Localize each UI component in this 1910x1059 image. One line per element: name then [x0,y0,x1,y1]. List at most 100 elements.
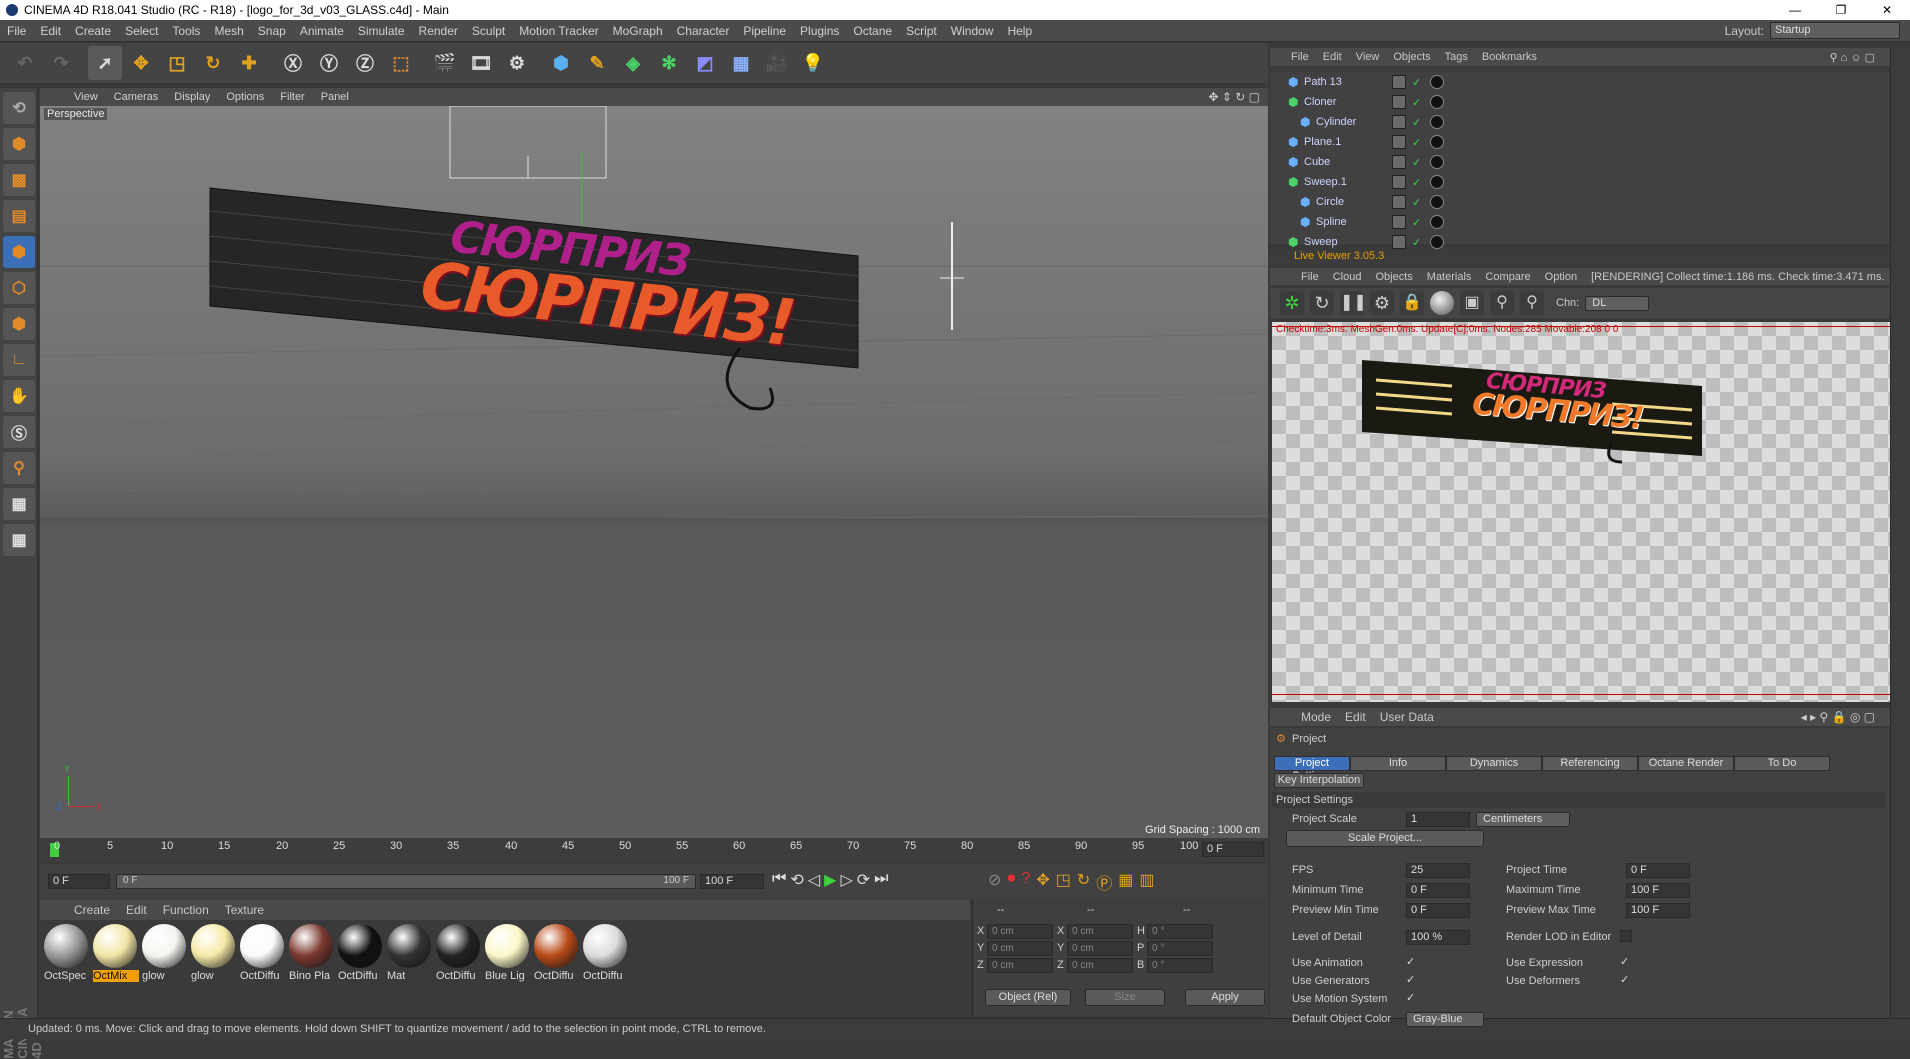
render-settings-icon[interactable]: ⚙ [500,46,534,80]
keyframe-selection-icon[interactable]: ? [1021,870,1030,894]
material-item[interactable]: OctDiffu [436,924,482,984]
lv-menu-compare[interactable]: Compare [1478,271,1537,283]
menu-character[interactable]: Character [670,24,737,38]
play-icon[interactable]: ▶ [824,870,836,890]
object-row[interactable]: ⬢ Cloner ✓ [1270,92,1890,112]
object-row[interactable]: ⬢ Cube ✓ [1270,152,1890,172]
maximum-time-field[interactable]: 100 F [1626,883,1690,898]
tab-referencing[interactable]: Referencing [1542,756,1638,771]
locked-workplane-icon[interactable]: ▦ [3,524,35,556]
end-frame-field[interactable]: 100 F [700,874,764,889]
lv-region-icon[interactable]: ▣ [1460,291,1484,315]
workplane-mode-icon[interactable]: ▤ [3,200,35,232]
object-name[interactable]: Sweep [1304,236,1338,248]
menu-sculpt[interactable]: Sculpt [465,24,512,38]
visibility-check-icon[interactable]: ✓ [1412,76,1421,89]
attr-menu-edit[interactable]: Edit [1338,710,1373,724]
use-motion-system-checkbox[interactable]: ✓ [1406,992,1418,1004]
layer-tag-icon[interactable] [1392,95,1406,109]
attr-menu-user-data[interactable]: User Data [1373,710,1441,724]
menu-motion-tracker[interactable]: Motion Tracker [512,24,605,38]
right-side-tabs[interactable] [1890,48,1910,1018]
menu-select[interactable]: Select [118,24,165,38]
preview-range-slider[interactable]: 0 F 100 F [116,874,696,889]
layer-tag-icon[interactable] [1392,115,1406,129]
floor-icon[interactable]: ▦ [724,46,758,80]
layer-tag-icon[interactable] [1392,155,1406,169]
project-scale-unit-dropdown[interactable]: Centimeters [1476,812,1570,827]
redo-icon[interactable]: ↷ [44,46,78,80]
object-row[interactable]: ⬢ Path 13 ✓ [1270,72,1890,92]
close-button[interactable]: ✕ [1864,0,1910,20]
z-axis-lock-icon[interactable]: Ⓩ [348,46,382,80]
viewport-menu-view[interactable]: View [66,91,106,103]
lv-menu-cloud[interactable]: Cloud [1326,271,1369,283]
object-row[interactable]: ⬢ Plane.1 ✓ [1270,132,1890,152]
lv-restart-icon[interactable]: ↻ [1310,291,1334,315]
fps-field[interactable]: 25 [1406,863,1470,878]
use-deformers-checkbox[interactable]: ✓ [1620,974,1632,986]
object-name[interactable]: Sweep.1 [1304,176,1347,188]
menu-tools[interactable]: Tools [165,24,207,38]
render-picture-viewer-icon[interactable]: 🎞 [464,46,498,80]
project-scale-field[interactable]: 1 [1406,812,1470,827]
lv-material-picker-icon[interactable]: ⚲ [1520,291,1544,315]
object-row[interactable]: ⬢ Sweep.1 ✓ [1270,172,1890,192]
move-tool-icon[interactable]: ✥ [124,46,158,80]
apply-button[interactable]: Apply [1185,989,1265,1006]
go-to-start-icon[interactable]: ⏮ [772,870,786,890]
tab-info[interactable]: Info [1350,756,1446,771]
live-viewer-render[interactable]: Checktime:3ms. MeshGen:0ms. Update[C]:0m… [1272,322,1910,702]
material-item[interactable]: OctDiffu [534,924,580,984]
lv-menu-file[interactable]: File [1294,271,1326,283]
material-menu-edit[interactable]: Edit [118,903,155,917]
lv-channel-dropdown[interactable]: DL [1585,295,1650,311]
material-item[interactable]: Bino Pla [289,924,335,984]
menu-edit[interactable]: Edit [33,24,68,38]
deformer-icon[interactable]: ◩ [688,46,722,80]
material-tag-icon[interactable] [1430,215,1444,229]
project-time-field[interactable]: 0 F [1626,863,1690,878]
attr-nav-icons[interactable]: ◂ ▸ ⚲ 🔒 ◎ ▢ [1794,710,1882,724]
preview-max-time-field[interactable]: 100 F [1626,903,1690,918]
use-generators-checkbox[interactable]: ✓ [1406,974,1418,986]
use-expression-checkbox[interactable]: ✓ [1620,956,1632,968]
material-tag-icon[interactable] [1430,95,1444,109]
obj-search-icon[interactable]: ⚲ ⌂ ☺ ▢ [1823,51,1883,64]
coord-value-field[interactable]: 0 cm [987,941,1053,956]
points-mode-icon[interactable]: ⬢ [3,236,35,268]
attr-menu-mode[interactable]: Mode [1294,710,1338,724]
undo-icon[interactable]: ↶ [8,46,42,80]
cloner-icon[interactable]: ✻ [652,46,686,80]
minimize-button[interactable]: — [1772,0,1818,20]
key-rotation-icon[interactable]: ↻ [1077,870,1090,894]
scale-tool-icon[interactable]: ◳ [160,46,194,80]
material-tag-icon[interactable] [1430,235,1444,249]
layer-tag-icon[interactable] [1392,135,1406,149]
menu-render[interactable]: Render [412,24,465,38]
layer-tag-icon[interactable] [1392,235,1406,249]
layer-tag-icon[interactable] [1392,195,1406,209]
viewport-menu-panel[interactable]: Panel [313,91,357,103]
previous-frame-icon[interactable]: ◁ [808,870,820,890]
object-row[interactable]: ⬢ Spline ✓ [1270,212,1890,232]
object-name[interactable]: Circle [1316,196,1344,208]
camera-label[interactable]: Perspective [44,108,108,120]
object-row[interactable]: ⬢ Sweep ✓ [1270,232,1890,252]
menu-mesh[interactable]: Mesh [207,24,250,38]
pen-spline-icon[interactable]: ✎ [580,46,614,80]
start-frame-field[interactable]: 0 F [48,874,110,889]
menu-snap[interactable]: Snap [251,24,293,38]
viewport-menu-cameras[interactable]: Cameras [106,91,167,103]
menu-pipeline[interactable]: Pipeline [736,24,793,38]
coord-value-field[interactable]: 0 cm [987,924,1053,939]
subdivision-surface-icon[interactable]: ◈ [616,46,650,80]
snap-icon[interactable]: ⚲ [3,452,35,484]
recent-tool-icon[interactable]: ✚ [232,46,266,80]
material-item[interactable]: OctSpec [44,924,90,984]
object-name[interactable]: Cube [1304,156,1330,168]
material-tag-icon[interactable] [1430,135,1444,149]
x-axis-lock-icon[interactable]: Ⓧ [276,46,310,80]
workplane-lock-icon[interactable]: ▦ [3,488,35,520]
cube-object-icon[interactable]: ⬢ [544,46,578,80]
